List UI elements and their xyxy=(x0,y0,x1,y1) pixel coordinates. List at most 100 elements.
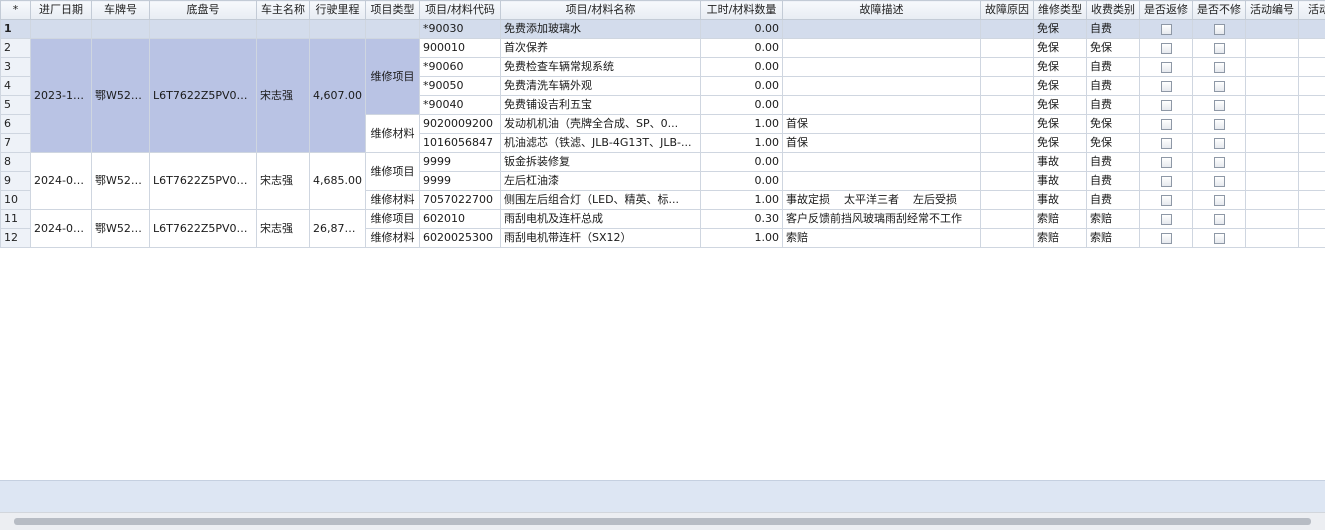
fault-cause-cell[interactable] xyxy=(981,153,1034,172)
code-cell[interactable]: *90030 xyxy=(420,20,501,39)
qty-cell[interactable]: 0.00 xyxy=(701,77,783,96)
item-type-cell[interactable]: 维修材料 xyxy=(366,229,420,248)
qty-cell[interactable]: 1.00 xyxy=(701,134,783,153)
is-return-checkbox[interactable] xyxy=(1161,100,1172,111)
repair-type-cell[interactable]: 索赔 xyxy=(1034,210,1087,229)
plate-cell[interactable]: 鄂W52K01 xyxy=(92,39,150,153)
row-number[interactable]: 12 xyxy=(1,229,31,248)
row-number[interactable]: 9 xyxy=(1,172,31,191)
row-number[interactable]: 7 xyxy=(1,134,31,153)
charge-type-cell[interactable]: 免保 xyxy=(1087,39,1140,58)
activity-cell[interactable] xyxy=(1299,210,1325,229)
repair-type-cell[interactable]: 免保 xyxy=(1034,115,1087,134)
repair-type-cell[interactable]: 免保 xyxy=(1034,20,1087,39)
activity-cell[interactable] xyxy=(1299,96,1325,115)
is-return-checkbox[interactable] xyxy=(1161,176,1172,187)
name-cell[interactable]: 机油滤芯（铁滤、JLB-4G13T、JLB-... xyxy=(501,134,701,153)
repair-type-cell[interactable]: 事故 xyxy=(1034,191,1087,210)
plate-cell[interactable]: 鄂W52K01 xyxy=(92,153,150,210)
fault-cause-cell[interactable] xyxy=(981,20,1034,39)
item-type-cell[interactable]: 维修项目 xyxy=(366,39,420,115)
repair-type-cell[interactable]: 免保 xyxy=(1034,58,1087,77)
is-return-checkbox[interactable] xyxy=(1161,119,1172,130)
name-cell[interactable]: 首次保养 xyxy=(501,39,701,58)
activity-no-cell[interactable] xyxy=(1246,191,1299,210)
col-header-owner[interactable]: 车主名称 xyxy=(257,1,310,20)
repair-history-grid[interactable]: * 进厂日期 车牌号 底盘号 车主名称 行驶里程 项目类型 项目/材料代码 项目… xyxy=(0,0,1325,480)
is-return-checkbox[interactable] xyxy=(1161,43,1172,54)
is-return-checkbox[interactable] xyxy=(1161,195,1172,206)
repair-type-cell[interactable]: 免保 xyxy=(1034,134,1087,153)
qty-cell[interactable]: 0.00 xyxy=(701,58,783,77)
repair-type-cell[interactable]: 免保 xyxy=(1034,96,1087,115)
col-header-fault-desc[interactable]: 故障描述 xyxy=(783,1,981,20)
col-header-mileage[interactable]: 行驶里程 xyxy=(310,1,366,20)
code-cell[interactable]: 6020025300 xyxy=(420,229,501,248)
code-cell[interactable]: *90060 xyxy=(420,58,501,77)
col-header-fault-cause[interactable]: 故障原因 xyxy=(981,1,1034,20)
col-header-qty[interactable]: 工时/材料数量 xyxy=(701,1,783,20)
fault-cause-cell[interactable] xyxy=(981,172,1034,191)
vin-cell[interactable]: L6T7622Z5PV021722 xyxy=(150,210,257,248)
table-row[interactable]: 11 2024-07-05 鄂W52K01 L6T7622Z5PV021722 … xyxy=(1,210,1325,229)
is-return-checkbox[interactable] xyxy=(1161,157,1172,168)
charge-type-cell[interactable]: 自费 xyxy=(1087,20,1140,39)
activity-cell[interactable] xyxy=(1299,191,1325,210)
charge-type-cell[interactable]: 自费 xyxy=(1087,58,1140,77)
owner-cell[interactable]: 宋志强 xyxy=(257,39,310,153)
row-number[interactable]: 6 xyxy=(1,115,31,134)
code-cell[interactable]: 9999 xyxy=(420,153,501,172)
charge-type-cell[interactable]: 索赔 xyxy=(1087,210,1140,229)
date-cell[interactable] xyxy=(31,20,92,39)
vin-cell[interactable]: L6T7622Z5PV021722 xyxy=(150,153,257,210)
activity-no-cell[interactable] xyxy=(1246,58,1299,77)
is-return-checkbox[interactable] xyxy=(1161,138,1172,149)
col-header-plate[interactable]: 车牌号 xyxy=(92,1,150,20)
fault-cause-cell[interactable] xyxy=(981,39,1034,58)
code-cell[interactable]: 602010 xyxy=(420,210,501,229)
activity-no-cell[interactable] xyxy=(1246,39,1299,58)
qty-cell[interactable]: 0.30 xyxy=(701,210,783,229)
name-cell[interactable]: 发动机机油（壳牌全合成、SP、0... xyxy=(501,115,701,134)
fault-desc-cell[interactable] xyxy=(783,96,981,115)
fault-desc-cell[interactable]: 首保 xyxy=(783,134,981,153)
date-cell[interactable]: 2023-11-13 xyxy=(31,39,92,153)
col-header-repair-type[interactable]: 维修类型 xyxy=(1034,1,1087,20)
owner-cell[interactable]: 宋志强 xyxy=(257,210,310,248)
table-row[interactable]: 8 2024-03-23 鄂W52K01 L6T7622Z5PV021722 宋… xyxy=(1,153,1325,172)
qty-cell[interactable]: 0.00 xyxy=(701,39,783,58)
activity-no-cell[interactable] xyxy=(1246,77,1299,96)
item-type-cell[interactable]: 维修材料 xyxy=(366,191,420,210)
plate-cell[interactable] xyxy=(92,20,150,39)
repair-type-cell[interactable]: 索赔 xyxy=(1034,229,1087,248)
qty-cell[interactable]: 0.00 xyxy=(701,153,783,172)
qty-cell[interactable]: 1.00 xyxy=(701,115,783,134)
item-type-cell[interactable]: 维修项目 xyxy=(366,153,420,191)
row-number[interactable]: 4 xyxy=(1,77,31,96)
qty-cell[interactable]: 1.00 xyxy=(701,191,783,210)
name-cell[interactable]: 免费铺设吉利五宝 xyxy=(501,96,701,115)
horizontal-scrollbar[interactable] xyxy=(0,512,1325,530)
mileage-cell[interactable]: 4,607.00 xyxy=(310,39,366,153)
activity-no-cell[interactable] xyxy=(1246,134,1299,153)
code-cell[interactable]: 9020009200 xyxy=(420,115,501,134)
fault-desc-cell[interactable] xyxy=(783,172,981,191)
fault-desc-cell[interactable]: 首保 xyxy=(783,115,981,134)
is-not-repair-checkbox[interactable] xyxy=(1214,233,1225,244)
row-number[interactable]: 11 xyxy=(1,210,31,229)
mileage-cell[interactable]: 26,877.00 xyxy=(310,210,366,248)
repair-type-cell[interactable]: 免保 xyxy=(1034,39,1087,58)
is-return-checkbox[interactable] xyxy=(1161,24,1172,35)
activity-no-cell[interactable] xyxy=(1246,115,1299,134)
fault-cause-cell[interactable] xyxy=(981,115,1034,134)
row-number[interactable]: 1 xyxy=(1,20,31,39)
name-cell[interactable]: 雨刮电机带连杆（SX12） xyxy=(501,229,701,248)
is-not-repair-checkbox[interactable] xyxy=(1214,195,1225,206)
name-cell[interactable]: 左后杠油漆 xyxy=(501,172,701,191)
col-header-item-type[interactable]: 项目类型 xyxy=(366,1,420,20)
activity-cell[interactable] xyxy=(1299,153,1325,172)
code-cell[interactable]: 9999 xyxy=(420,172,501,191)
col-header-is-not-repair[interactable]: 是否不修 xyxy=(1193,1,1246,20)
activity-no-cell[interactable] xyxy=(1246,229,1299,248)
fault-desc-cell[interactable] xyxy=(783,58,981,77)
